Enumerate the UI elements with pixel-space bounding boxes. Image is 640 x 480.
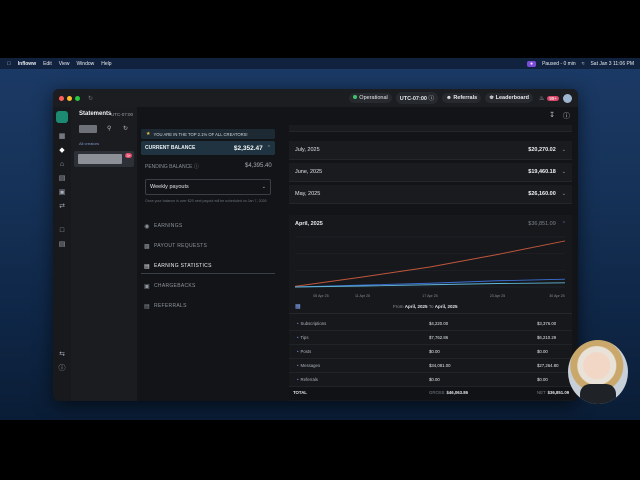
list-item[interactable]: 3+ xyxy=(74,151,134,167)
minimize-window-button[interactable] xyxy=(67,95,72,101)
search-input[interactable] xyxy=(79,125,97,133)
title-bar: ↻ Operational UTC-07:00 ⓘ ☻ Referrals ♚ … xyxy=(53,89,578,107)
item-badge: 3+ xyxy=(125,153,132,158)
letterbox-top xyxy=(0,0,640,58)
clock[interactable]: Sat Jan 3 11:06 PM xyxy=(590,61,634,67)
home-icon[interactable]: ⌂ xyxy=(58,161,66,169)
apple-icon[interactable]:  xyxy=(7,61,11,67)
creator-list-pane: Statements UTC-07:00 ⚲ ↻ All creators 3+ xyxy=(71,107,138,401)
referrals-icon: ☻ xyxy=(445,95,452,101)
referrals-label: Referrals xyxy=(453,95,478,101)
status-pill[interactable]: Operational xyxy=(349,93,392,103)
status-dot-icon xyxy=(353,95,358,99)
refresh-icon[interactable]: ↻ xyxy=(88,95,93,102)
leaderboard-label: Leaderboard xyxy=(495,95,529,101)
refresh-list-icon[interactable]: ↻ xyxy=(123,125,128,132)
pane-timezone: UTC-07:00 xyxy=(111,112,134,117)
inbox-icon[interactable]: ▣ xyxy=(58,189,66,197)
messages-badge[interactable]: 99+ xyxy=(547,95,559,101)
app-window: ↻ Operational UTC-07:00 ⓘ ☻ Referrals ♚ … xyxy=(53,89,578,401)
creator-name-blurred xyxy=(78,154,122,164)
timezone-pill[interactable]: UTC-07:00 ⓘ xyxy=(395,92,438,104)
menu-edit[interactable]: Edit xyxy=(43,61,52,67)
zoom-window-button[interactable] xyxy=(75,95,80,101)
nav-rail: ▦ ◆ ⌂ ▤ ▣ ⇄ □ ▤ ⇆ ⓘ xyxy=(53,107,72,401)
avatar[interactable] xyxy=(563,93,572,103)
help-icon[interactable]: ⓘ xyxy=(58,365,66,373)
desktop:  Infloww Edit View Window Help ● Paused… xyxy=(0,58,640,420)
menu-view[interactable]: View xyxy=(59,61,70,67)
info-icon: ⓘ xyxy=(428,96,434,102)
webcam-overlay xyxy=(568,340,628,404)
grid-icon[interactable]: ▦ xyxy=(58,133,66,141)
contacts-icon[interactable]: □ xyxy=(58,227,66,235)
app-logo-icon[interactable] xyxy=(56,111,68,123)
menu-window[interactable]: Window xyxy=(76,61,94,67)
section-label: All creators xyxy=(79,141,100,146)
bell-icon[interactable]: ♨ xyxy=(539,95,544,102)
document-icon[interactable]: ▤ xyxy=(58,241,66,249)
menu-bar:  Infloww Edit View Window Help ● Paused… xyxy=(0,58,640,69)
webcam-person xyxy=(580,384,616,404)
record-icon[interactable]: ● xyxy=(527,60,537,67)
trophy-icon: ♚ xyxy=(489,95,495,101)
menu-help[interactable]: Help xyxy=(101,61,111,67)
pane-title: Statements xyxy=(79,111,112,117)
timezone-label: UTC-07:00 xyxy=(399,96,427,102)
wifi-icon[interactable]: ≈ xyxy=(582,61,585,67)
switch-icon[interactable]: ⇆ xyxy=(58,351,66,359)
chart-icon[interactable]: ▤ xyxy=(58,175,66,183)
referrals-button[interactable]: ☻ Referrals xyxy=(441,93,482,103)
search-icon[interactable]: ⚲ xyxy=(107,125,111,132)
letterbox-bottom xyxy=(0,420,640,480)
recording-status[interactable]: Paused - 0 min xyxy=(542,61,576,67)
swap-icon[interactable]: ⇄ xyxy=(58,203,66,211)
titlebar-actions: Operational UTC-07:00 ⓘ ☻ Referrals ♚ Le… xyxy=(345,92,572,104)
statements-icon[interactable]: ◆ xyxy=(58,147,66,155)
leaderboard-button[interactable]: ♚ Leaderboard xyxy=(485,93,533,103)
close-window-button[interactable] xyxy=(59,95,64,101)
app-name[interactable]: Infloww xyxy=(18,61,36,67)
menubar-right: ● Paused - 0 min ≈ Sat Jan 3 11:06 PM xyxy=(521,60,640,67)
status-label: Operational xyxy=(359,95,388,101)
